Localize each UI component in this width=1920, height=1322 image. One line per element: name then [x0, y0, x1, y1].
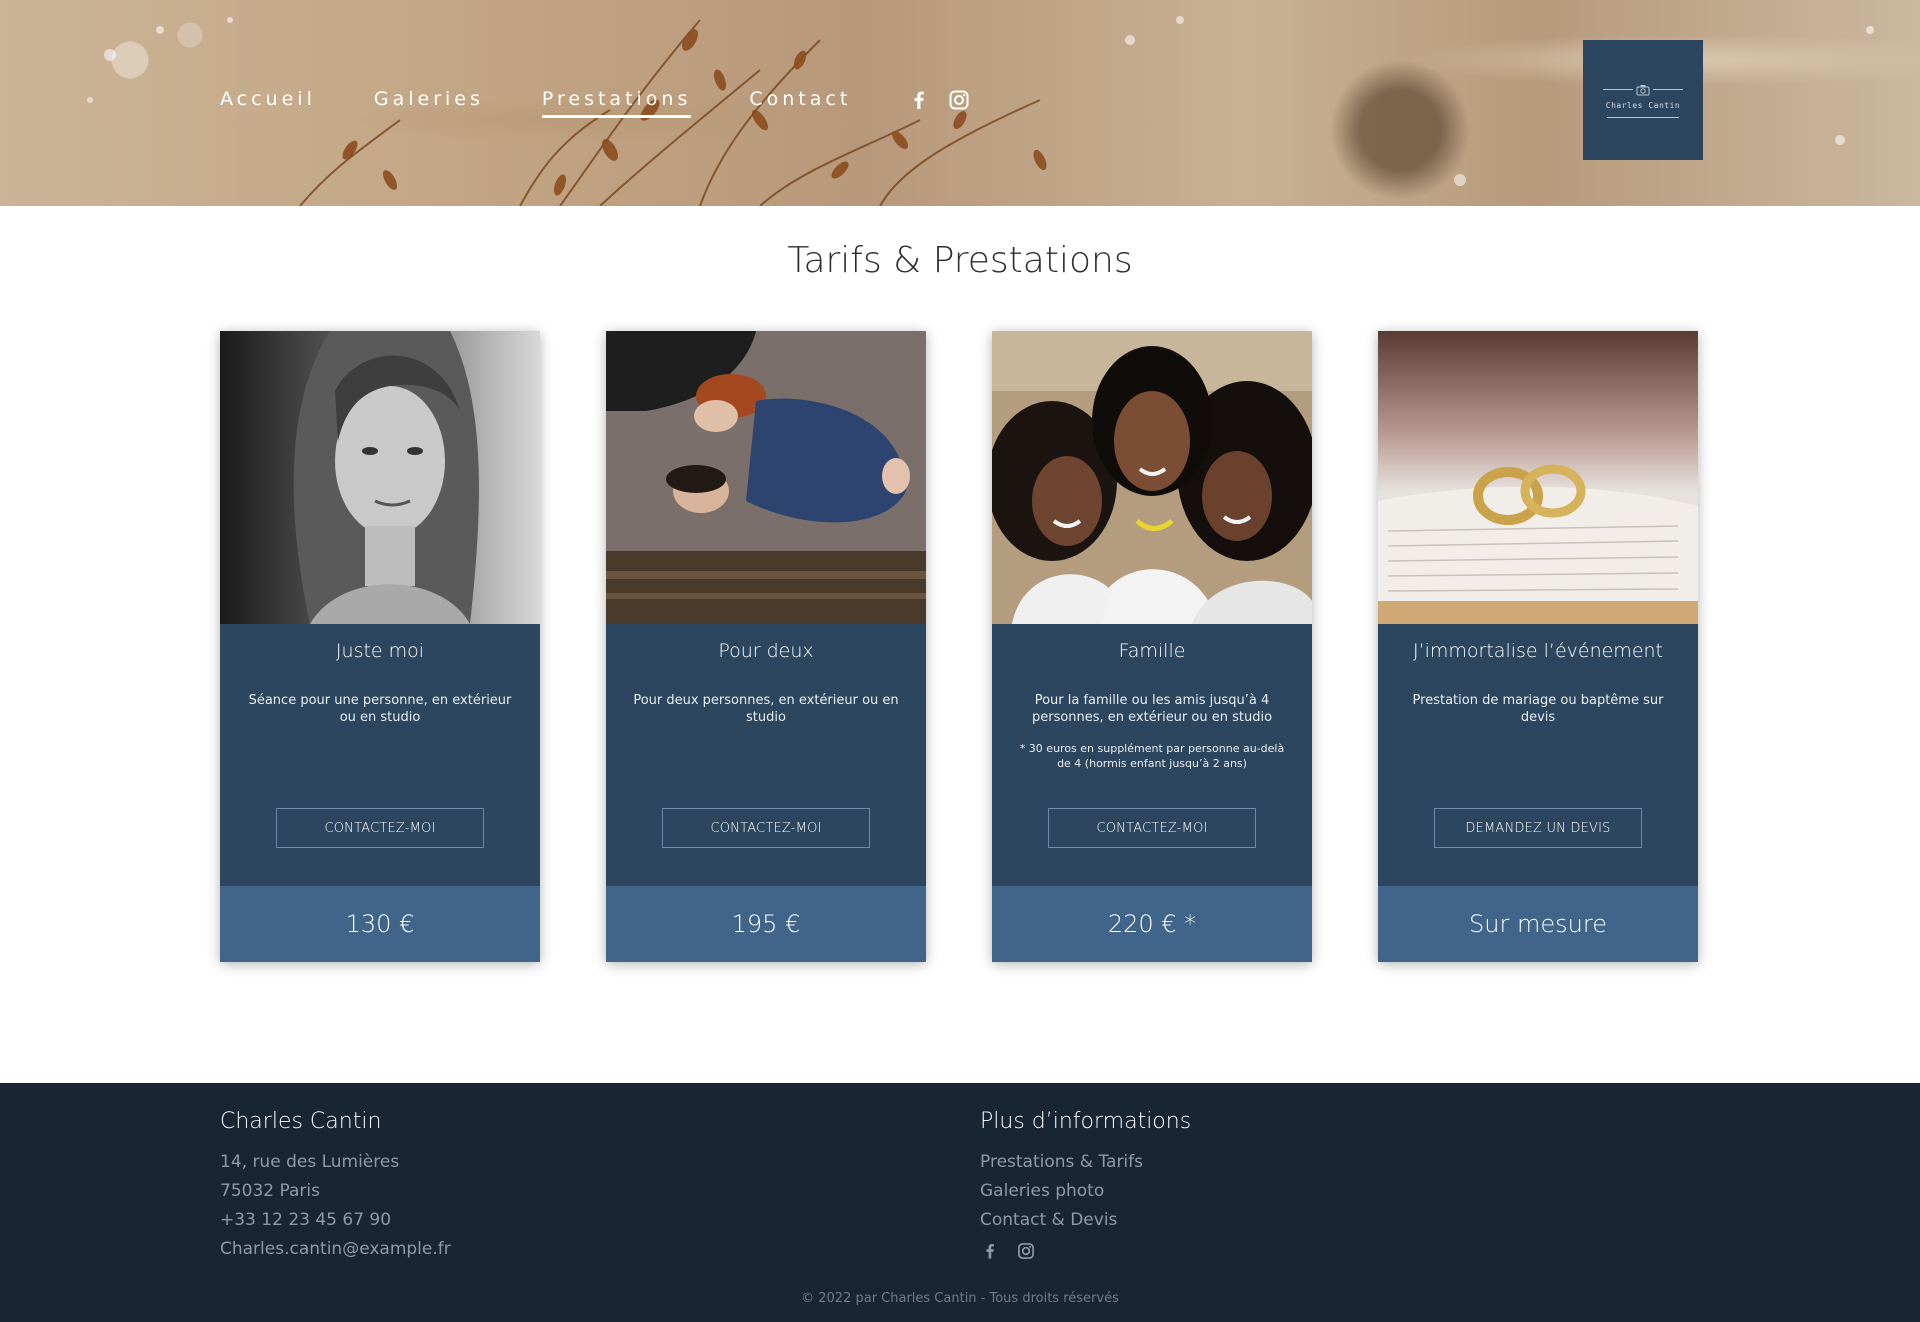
footer-info: Plus d’informations Prestations & Tarifs… — [980, 1109, 1191, 1261]
card-description: Pour deux personnes, en extérieur ou en … — [633, 693, 899, 725]
main-navigation: Accueil Galeries Prestations Contact — [220, 88, 971, 118]
site-logo[interactable]: Charles Cantin — [1583, 40, 1703, 160]
camera-icon — [1636, 81, 1650, 96]
footer-heading-info: Plus d’informations — [980, 1109, 1192, 1134]
page-title: Tarifs & Prestations — [787, 240, 1133, 281]
facebook-icon[interactable] — [907, 88, 931, 112]
card-price: Sur mesure — [1378, 886, 1698, 962]
card-title: J’immortalise l’événement — [1412, 640, 1663, 662]
card-photo-portrait — [220, 331, 540, 624]
pricing-card-pour-deux: Pour deux Pour deux personnes, en extéri… — [606, 331, 926, 962]
card-photo-couple — [606, 331, 926, 624]
nav-link-accueil[interactable]: Accueil — [220, 88, 316, 118]
instagram-icon[interactable] — [947, 88, 971, 112]
footer-link-prestations[interactable]: Prestations & Tarifs — [980, 1148, 1191, 1177]
nav-link-galeries[interactable]: Galeries — [374, 88, 484, 118]
copyright: © 2022 par Charles Cantin - Tous droits … — [801, 1291, 1119, 1306]
card-price: 130 € — [220, 886, 540, 962]
footer-phone[interactable]: +33 12 23 45 67 90 — [220, 1206, 451, 1235]
footer-address-line1: 14, rue des Lumières — [220, 1152, 400, 1172]
footer-address-line2: 75032 Paris — [220, 1181, 320, 1201]
card-price: 195 € — [606, 886, 926, 962]
logo-top-rule — [1603, 82, 1683, 97]
card-description: Prestation de mariage ou baptême sur dev… — [1412, 693, 1664, 725]
facebook-icon[interactable] — [980, 1241, 1000, 1261]
nav-link-prestations[interactable]: Prestations — [541, 88, 692, 118]
pricing-card-juste-moi: Juste moi Séance pour une personne, en e… — [220, 331, 540, 962]
pricing-card-evenement: J’immortalise l’événement Prestation de … — [1378, 331, 1698, 962]
logo-text: Charles Cantin — [1605, 101, 1681, 110]
footer-link-galeries[interactable]: Galeries photo — [980, 1177, 1191, 1206]
footer-contact: Charles Cantin 14, rue des Lumières 7503… — [220, 1109, 451, 1264]
nav-link-contact[interactable]: Contact — [749, 88, 851, 118]
contact-button[interactable]: CONTACTEZ-MOI — [662, 808, 870, 848]
pricing-card-famille: Famille Pour la famille ou les amis jusq… — [992, 331, 1312, 962]
instagram-icon[interactable] — [1016, 1241, 1036, 1261]
footer-heading-name: Charles Cantin — [220, 1109, 382, 1134]
card-description: Séance pour une personne, en extérieur o… — [248, 693, 512, 725]
header-social-links — [907, 88, 971, 112]
card-description: Pour la famille ou les amis jusqu’à 4 pe… — [1031, 693, 1273, 725]
card-photo-wedding-rings — [1378, 331, 1698, 624]
contact-button[interactable]: CONTACTEZ-MOI — [276, 808, 484, 848]
header-banner: Accueil Galeries Prestations Contact Cha… — [0, 0, 1920, 206]
footer-email[interactable]: Charles.cantin@example.fr — [220, 1235, 451, 1264]
card-body: Juste moi Séance pour une personne, en e… — [220, 624, 540, 886]
footer: Charles Cantin 14, rue des Lumières 7503… — [0, 1083, 1920, 1322]
contact-button[interactable]: CONTACTEZ-MOI — [1048, 808, 1256, 848]
card-body: J’immortalise l’événement Prestation de … — [1378, 624, 1698, 886]
logo-bottom-rule — [1607, 117, 1679, 118]
card-note: * 30 euros en supplément par personne au… — [1019, 742, 1285, 770]
card-title: Juste moi — [335, 640, 425, 662]
footer-link-contact[interactable]: Contact & Devis — [980, 1206, 1191, 1235]
quote-button[interactable]: DEMANDEZ UN DEVIS — [1434, 808, 1642, 848]
footer-social-links — [980, 1241, 1191, 1261]
card-title: Pour deux — [718, 640, 814, 662]
card-body: Pour deux Pour deux personnes, en extéri… — [606, 624, 926, 886]
card-title: Famille — [1118, 640, 1186, 662]
card-price: 220 € * — [992, 886, 1312, 962]
card-photo-family — [992, 331, 1312, 624]
card-body: Famille Pour la famille ou les amis jusq… — [992, 624, 1312, 886]
